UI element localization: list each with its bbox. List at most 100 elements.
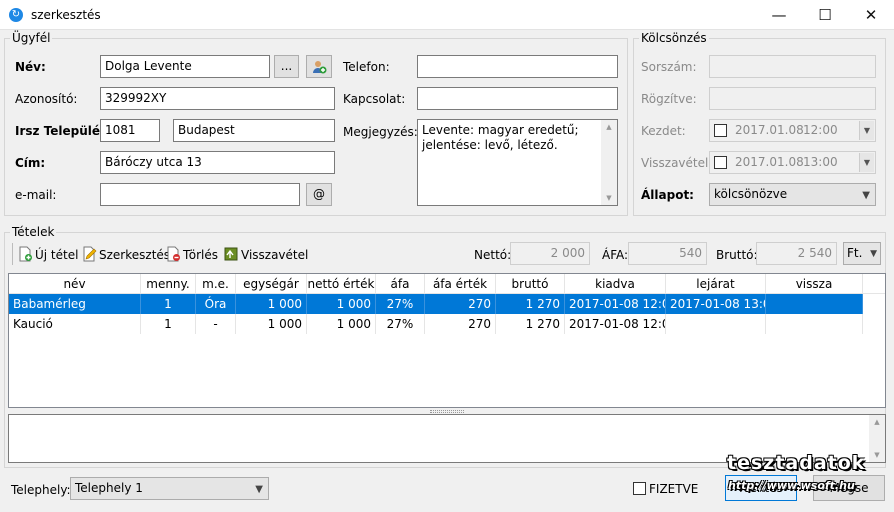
- maximize-button[interactable]: ☐: [802, 0, 848, 30]
- col-header-qty[interactable]: menny.: [141, 274, 196, 294]
- cell-unit: Óra: [196, 294, 236, 314]
- email-input[interactable]: [100, 183, 300, 206]
- phone-input[interactable]: [417, 55, 618, 78]
- cell-due: 2017-01-08 13:00: [666, 294, 766, 314]
- serial-input: [709, 55, 876, 78]
- window-title: szerkesztés: [31, 8, 101, 22]
- email-label: e-mail:: [15, 188, 57, 202]
- splitter-grip[interactable]: [430, 410, 464, 413]
- zip-input[interactable]: 1081: [100, 119, 160, 142]
- address-input[interactable]: Báróczy utca 13: [100, 151, 335, 174]
- gross-total: 2 540: [756, 242, 837, 265]
- name-input[interactable]: Dolga Levente: [100, 55, 270, 78]
- cell-issued: 2017-01-08 12:00: [565, 294, 666, 314]
- note-textarea[interactable]: Levente: magyar eredetű; jelentése: levő…: [417, 119, 618, 206]
- address-label: Cím:: [15, 156, 46, 170]
- browse-customer-button[interactable]: ...: [274, 55, 299, 78]
- contact-input[interactable]: [417, 87, 618, 110]
- return-item-icon: [224, 247, 238, 261]
- id-input[interactable]: 329992XY: [100, 87, 335, 110]
- note-line-2: jelentése: levő, létező.: [422, 138, 558, 152]
- start-checkbox[interactable]: [714, 124, 727, 137]
- start-dropdown-icon[interactable]: ▼: [859, 121, 874, 140]
- vat-total: 540: [628, 242, 707, 265]
- city-input[interactable]: Budapest: [173, 119, 335, 142]
- new-item-button[interactable]: Új tétel: [17, 246, 78, 266]
- return-item-button[interactable]: Visszavétel: [223, 246, 308, 266]
- edit-item-icon: [83, 246, 97, 262]
- site-select[interactable]: Telephely 1 ▼: [70, 477, 269, 500]
- return-dropdown-icon[interactable]: ▼: [859, 153, 874, 172]
- return-time: 13:00: [803, 155, 838, 169]
- table-row[interactable]: Kaució 1 - 1 000 1 000 27% 270 1 270 201…: [9, 314, 863, 334]
- start-label: Kezdet:: [641, 124, 686, 138]
- close-button[interactable]: ✕: [848, 0, 894, 30]
- col-header-unit-price[interactable]: egységár: [236, 274, 307, 294]
- edit-item-button[interactable]: Szerkesztés: [81, 246, 170, 266]
- cell-issued: 2017-01-08 12:00: [565, 314, 666, 334]
- col-header-vat[interactable]: áfa: [376, 274, 425, 294]
- return-checkbox[interactable]: [714, 156, 727, 169]
- cell-name: Babamérleg: [9, 294, 141, 314]
- note-scrollbar[interactable]: ▲ ▼: [601, 120, 617, 205]
- col-header-vat-value[interactable]: áfa érték: [425, 274, 496, 294]
- start-time: 12:00: [803, 123, 838, 137]
- table-header: név menny. m.e. egységár nettó érték áfa…: [9, 274, 885, 311]
- watermark-title: tesztadatok: [727, 452, 866, 474]
- serial-label: Sorszám:: [641, 60, 697, 74]
- items-group-label: Tételek: [10, 225, 57, 239]
- items-table[interactable]: név menny. m.e. egységár nettó érték áfa…: [8, 273, 886, 408]
- phone-label: Telefon:: [343, 60, 390, 74]
- name-label: Név:: [15, 60, 46, 74]
- scroll-down-icon: ▼: [606, 194, 612, 202]
- cell-net-value: 1 000: [307, 294, 376, 314]
- col-header-unit[interactable]: m.e.: [196, 274, 236, 294]
- cell-vat: 27%: [376, 314, 425, 334]
- col-header-returned[interactable]: vissza: [766, 274, 863, 294]
- col-header-issued[interactable]: kiadva: [565, 274, 666, 294]
- minimize-button[interactable]: —: [756, 0, 802, 30]
- app-refresh-icon: ↻: [9, 8, 23, 22]
- cell-unit-price: 1 000: [236, 314, 307, 334]
- currency-chevron-down-icon: ▼: [870, 249, 877, 259]
- id-label: Azonosító:: [15, 92, 78, 106]
- delete-item-button[interactable]: Törlés: [165, 246, 218, 266]
- cell-vat-value: 270: [425, 294, 496, 314]
- currency-select[interactable]: Ft. ▼: [843, 242, 881, 265]
- cell-returned: [766, 294, 863, 314]
- site-chevron-down-icon: ▼: [255, 484, 263, 495]
- cell-gross-value: 1 270: [496, 294, 565, 314]
- col-header-gross-value[interactable]: bruttó érték: [496, 274, 565, 311]
- email-button[interactable]: @: [306, 183, 332, 206]
- return-date: 2017.01.08: [735, 155, 804, 169]
- site-value: Telephely 1: [75, 481, 143, 495]
- paid-checkbox[interactable]: [633, 482, 646, 495]
- cell-unit: -: [196, 314, 236, 334]
- cell-vat: 27%: [376, 294, 425, 314]
- recorded-input: [709, 87, 876, 110]
- edit-item-label: Szerkesztés: [99, 248, 171, 262]
- delete-item-icon: [167, 246, 180, 262]
- currency-value: Ft.: [847, 246, 863, 260]
- add-customer-button[interactable]: [306, 55, 332, 78]
- customer-group-label: Ügyfél: [10, 31, 53, 45]
- cell-returned: [766, 314, 863, 334]
- rental-group-label: Kölcsönzés: [639, 31, 709, 45]
- watermark-url: http://www.wsoft.hu: [728, 479, 855, 492]
- table-row[interactable]: Babamérleg 1 Óra 1 000 1 000 27% 270 1 2…: [9, 294, 863, 314]
- detail-scrollbar[interactable]: ▲ ▼: [869, 415, 885, 462]
- add-user-icon: [313, 61, 327, 74]
- cell-qty: 1: [141, 314, 196, 334]
- detail-scroll-up-icon: ▲: [874, 418, 880, 426]
- contact-label: Kapcsolat:: [343, 92, 406, 106]
- cell-name: Kaució: [9, 314, 141, 334]
- return-datetime-picker: 2017.01.08 13:00 ▼: [709, 151, 876, 174]
- col-header-net-value[interactable]: nettó érték: [307, 274, 376, 294]
- return-item-label: Visszavétel: [241, 248, 309, 262]
- col-header-due[interactable]: lejárat: [666, 274, 766, 294]
- col-header-name[interactable]: név: [9, 274, 141, 294]
- status-select[interactable]: kölcsönözve ▼: [709, 183, 876, 206]
- cell-due: [666, 314, 766, 334]
- detail-scroll-down-icon: ▼: [874, 451, 880, 459]
- cell-gross-value: 1 270: [496, 314, 565, 334]
